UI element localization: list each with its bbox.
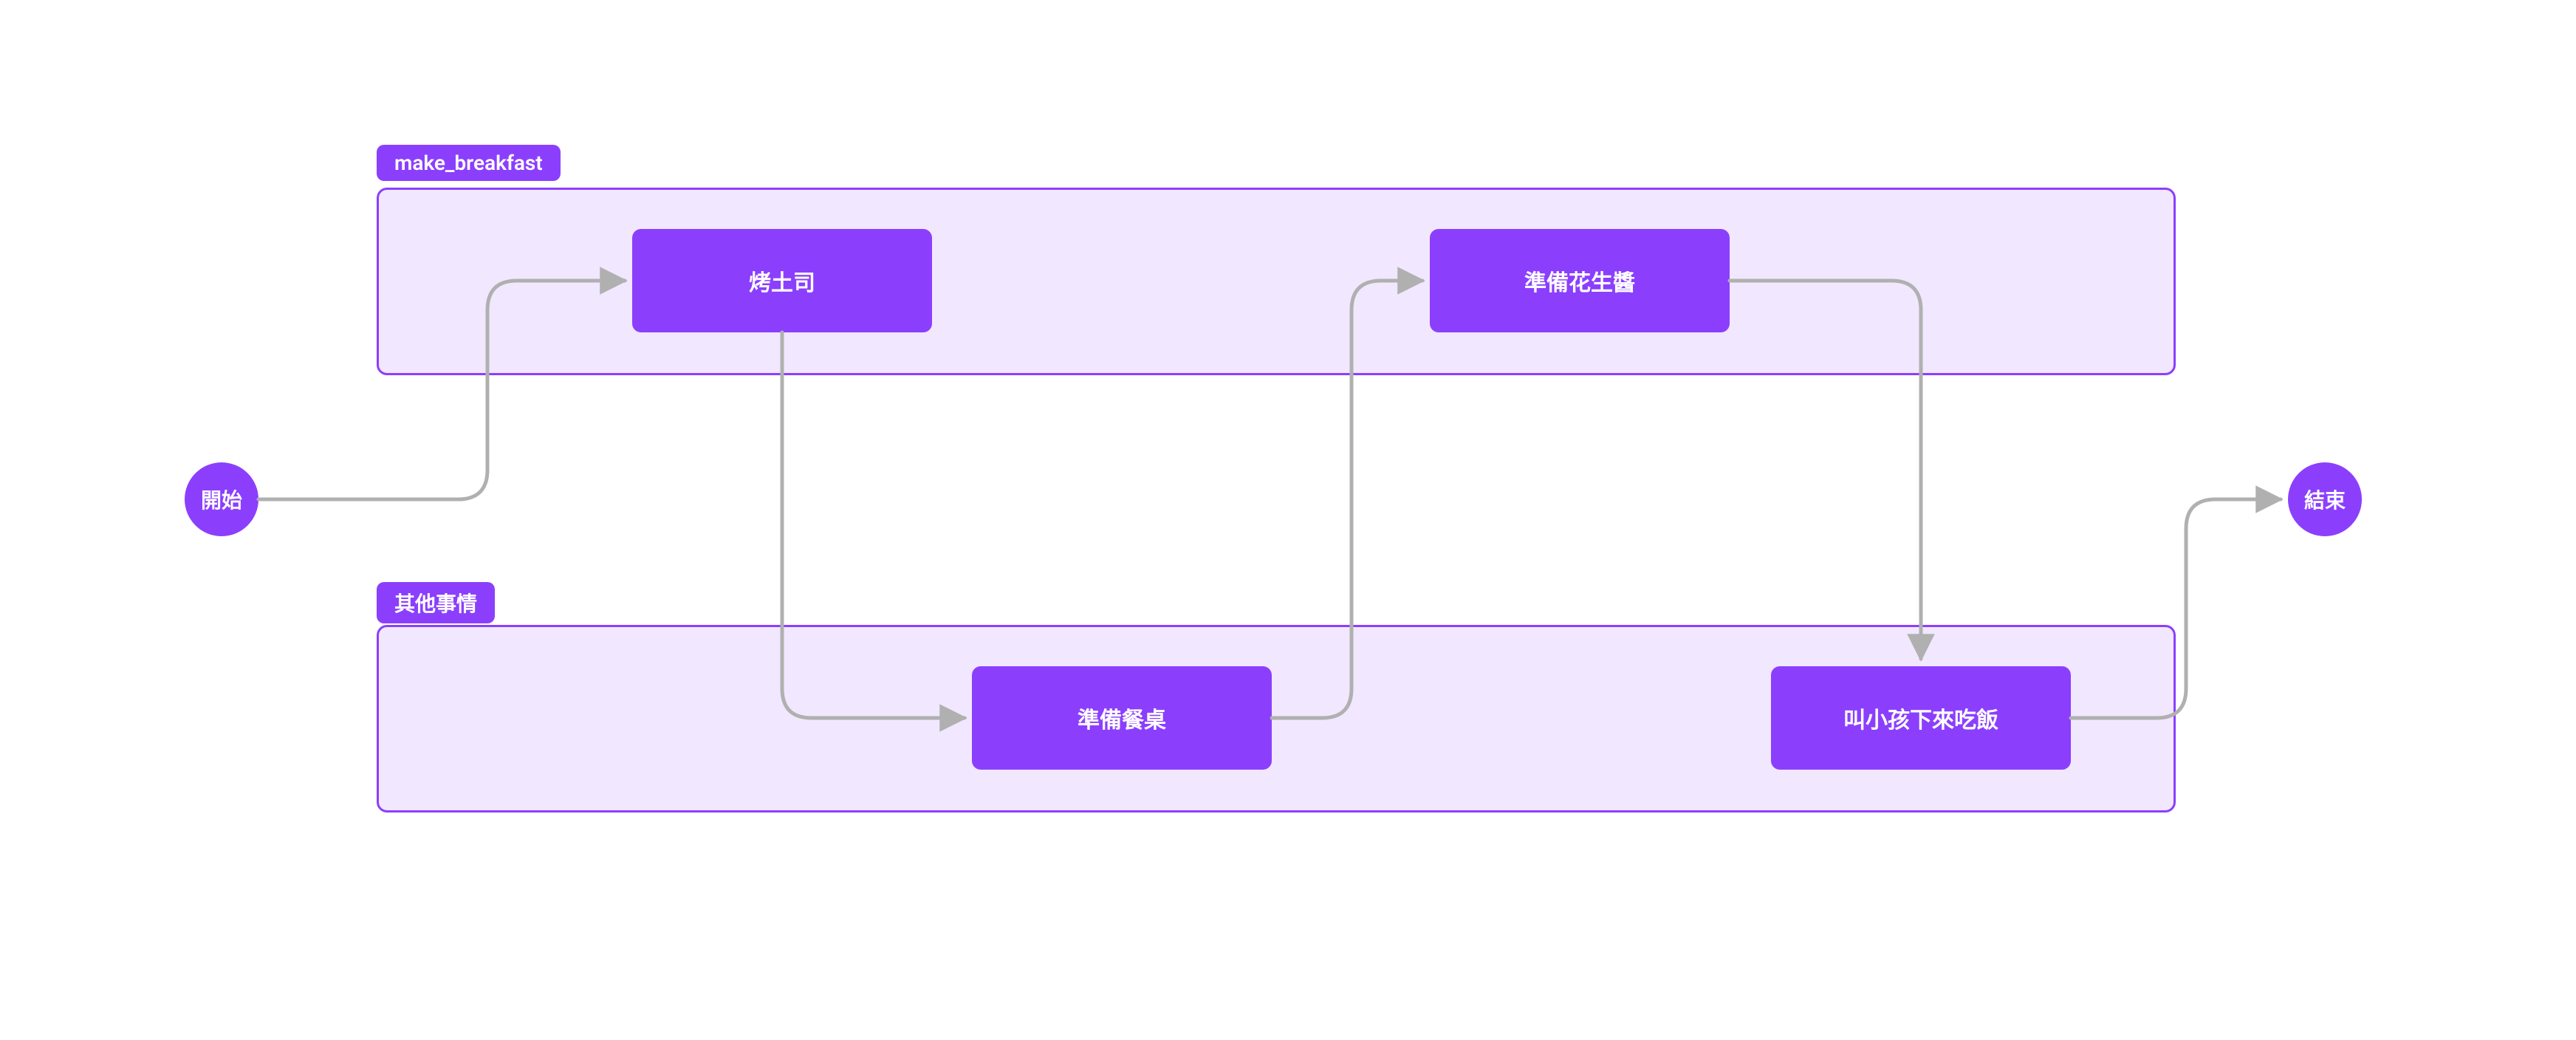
end-node: 結束 [2288, 462, 2362, 536]
node-call-kids: 叫小孩下來吃飯 [1771, 666, 2071, 770]
group-label-make-breakfast: make_breakfast [377, 145, 561, 181]
diagram-canvas: make_breakfast 其他事情 開始 結束 烤土司 準備花生醬 準備餐桌… [0, 0, 2576, 1040]
node-toast: 烤土司 [632, 229, 932, 332]
start-node: 開始 [185, 462, 258, 536]
node-set-table: 準備餐桌 [972, 666, 1272, 770]
group-label-other: 其他事情 [377, 582, 495, 623]
node-peanut-butter: 準備花生醬 [1430, 229, 1730, 332]
